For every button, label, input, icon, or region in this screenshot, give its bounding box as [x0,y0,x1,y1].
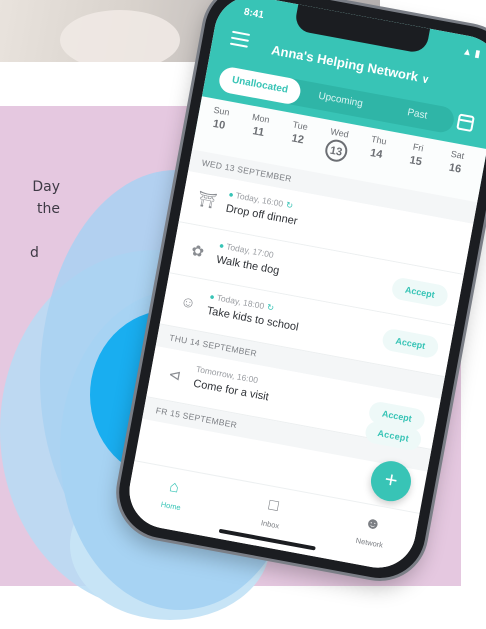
day-sun[interactable]: Sun 10 [200,103,240,134]
phone-frame: 8:41 ▲ ▮ Anna's Helping Network∨ Unalloc… [111,0,486,586]
tab-upcoming[interactable]: Upcoming [300,81,381,121]
nav-inbox[interactable]: □ Inbox [240,492,305,534]
tab-unallocated[interactable]: Unallocated [217,65,303,106]
day-tue[interactable]: Tue 12 [279,117,319,148]
status-icons: ▲ ▮ [461,46,482,61]
phone-mockup-wrapper: 8:41 ▲ ▮ Anna's Helping Network∨ Unalloc… [0,0,486,629]
paw-icon: ✿ [189,242,206,262]
dish-icon: ⛩ [196,190,218,211]
nav-network[interactable]: ☻ Network [339,510,404,552]
day-sat[interactable]: Sat 16 [436,147,476,178]
task-list: WED 13 SEPTEMBER ⛩ ● Today, 16:00↻ Drop … [142,149,478,472]
accept-button[interactable]: Accept [380,327,440,360]
day-thu[interactable]: Thu 14 [358,132,398,163]
home-indicator [218,528,316,551]
repeat-icon: ↻ [266,301,276,313]
phone-screen: 8:41 ▲ ▮ Anna's Helping Network∨ Unalloc… [123,0,486,574]
day-mon[interactable]: Mon 11 [240,110,280,141]
day-wed[interactable]: Wed 13 [317,125,359,165]
task-title: Come for a visit [192,377,270,404]
menu-icon[interactable] [229,30,251,48]
baby-icon: ☺ [179,292,198,313]
calendar-icon[interactable] [456,113,475,133]
nav-home[interactable]: ⌂ Home [140,473,205,515]
accept-button[interactable]: Accept [390,276,450,309]
status-time: 8:41 [243,6,265,22]
tab-past[interactable]: Past [378,95,455,134]
day-fri[interactable]: Fri 15 [397,139,437,170]
share-icon: ⊲ [166,365,183,385]
repeat-icon: ↻ [285,199,294,211]
chevron-down-icon: ∨ [420,74,430,87]
